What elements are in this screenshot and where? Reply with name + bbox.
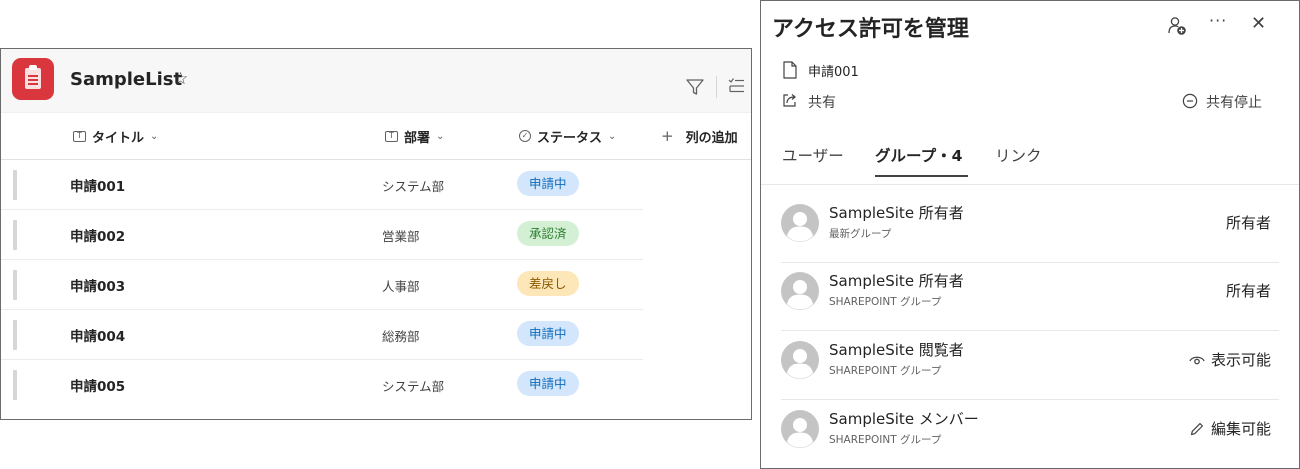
chevron-down-icon: ⌄: [608, 130, 617, 142]
manage-access-panel: アクセス許可を管理 ··· ✕ 申請001 共有 共有停止 ユーザー グループ・…: [760, 0, 1300, 469]
row-select-handle[interactable]: [13, 320, 17, 350]
column-department-label: 部署: [404, 130, 431, 146]
permission-dropdown[interactable]: 表示可能: [1189, 349, 1271, 370]
tab-users[interactable]: ユーザー: [782, 144, 844, 166]
list-header: SampleList ☆: [1, 49, 751, 113]
member-type: 最新グループ: [829, 228, 892, 240]
member-divider: [781, 399, 1279, 400]
column-header-department[interactable]: T 部署 ⌄: [385, 125, 444, 147]
row-select-handle[interactable]: [13, 370, 17, 400]
star-icon[interactable]: ☆: [173, 69, 188, 89]
list-row[interactable]: 申請002 営業部 承認済: [1, 210, 751, 260]
row-title[interactable]: 申請004: [70, 325, 125, 345]
permission-dropdown[interactable]: 所有者: [1226, 280, 1271, 301]
member-row[interactable]: SampleSite 閲覧者 SHAREPOINT グループ 表示可能: [761, 332, 1299, 400]
status-badge: 申請中: [517, 371, 579, 396]
plus-icon: +: [661, 127, 674, 145]
row-department: 総務部: [382, 329, 420, 344]
status-badge: 申請中: [517, 321, 579, 346]
member-name: SampleSite 所有者: [829, 204, 964, 222]
column-status-label: ステータス: [537, 130, 603, 146]
permission-label: 編集可能: [1210, 420, 1271, 438]
column-header-title[interactable]: T タイトル ⌄: [73, 125, 158, 147]
close-icon[interactable]: ✕: [1251, 13, 1266, 34]
stop-sharing-icon[interactable]: [1182, 93, 1198, 109]
member-type: SHAREPOINT グループ: [829, 434, 942, 446]
member-name: SampleSite 閲覧者: [829, 341, 964, 359]
add-column-label: 列の追加: [685, 130, 738, 146]
avatar: [781, 204, 819, 242]
status-badge: 申請中: [517, 171, 579, 196]
tab-groups[interactable]: グループ・4: [875, 144, 962, 166]
row-title[interactable]: 申請005: [70, 375, 125, 395]
avatar: [781, 341, 819, 379]
member-row[interactable]: SampleSite 所有者最新グループ 所有者: [761, 195, 1299, 263]
list-row[interactable]: 申請003 人事部 差戻し: [1, 260, 751, 310]
list-panel: SampleList ☆ T タイトル ⌄ T 部署 ⌄ ✓ ステータス ⌄ +…: [0, 48, 752, 420]
header-divider: [716, 76, 717, 98]
tab-links[interactable]: リンク: [995, 144, 1042, 166]
permission-label: 所有者: [1225, 214, 1271, 232]
row-department: 営業部: [382, 229, 420, 244]
text-column-icon: T: [73, 130, 86, 142]
list-row[interactable]: 申請005 システム部 申請中: [1, 360, 751, 410]
chevron-down-icon: ⌄: [150, 130, 159, 142]
member-row[interactable]: SampleSite メンバー SHAREPOINT グループ 編集可能: [761, 401, 1299, 468]
view-options-icon[interactable]: [727, 77, 745, 95]
member-type: SHAREPOINT グループ: [829, 365, 942, 377]
more-options-icon[interactable]: ···: [1209, 11, 1227, 30]
member-name: SampleSite 所有者: [829, 272, 964, 290]
row-department: 人事部: [382, 279, 420, 294]
list-row[interactable]: 申請004 総務部 申請中: [1, 310, 751, 360]
file-name: 申請001: [808, 65, 859, 80]
row-title[interactable]: 申請001: [70, 175, 125, 195]
row-title[interactable]: 申請003: [70, 275, 125, 295]
permission-dropdown[interactable]: 編集可能: [1189, 418, 1271, 439]
row-title[interactable]: 申請002: [70, 225, 125, 245]
status-badge: 差戻し: [517, 271, 579, 296]
column-title-label: タイトル: [92, 130, 145, 146]
row-department: システム部: [382, 179, 445, 194]
avatar: [781, 272, 819, 310]
permission-label: 所有者: [1225, 282, 1271, 300]
stop-sharing-button[interactable]: 共有停止: [1206, 92, 1262, 112]
status-badge: 承認済: [517, 221, 579, 246]
member-type: SHAREPOINT グループ: [829, 296, 942, 308]
text-column-icon: T: [385, 130, 398, 142]
row-select-handle[interactable]: [13, 170, 17, 200]
permission-dropdown[interactable]: 所有者: [1226, 212, 1271, 233]
column-header-status[interactable]: ✓ ステータス ⌄: [519, 125, 616, 147]
list-row[interactable]: 申請001 システム部 申請中: [1, 160, 751, 210]
share-button[interactable]: 共有: [808, 92, 836, 112]
row-department: システム部: [382, 379, 445, 394]
list-title: SampleList: [70, 69, 183, 90]
avatar: [781, 410, 819, 448]
panel-title: アクセス許可を管理: [772, 17, 969, 42]
row-select-handle[interactable]: [13, 270, 17, 300]
member-divider: [781, 330, 1279, 331]
member-row[interactable]: SampleSite 所有者 SHAREPOINT グループ 所有者: [761, 263, 1299, 331]
chevron-down-icon: ⌄: [436, 130, 445, 142]
add-person-icon[interactable]: [1166, 15, 1188, 37]
add-column-button[interactable]: + 列の追加: [661, 125, 738, 147]
row-select-handle[interactable]: [13, 220, 17, 250]
pencil-icon: [1190, 422, 1203, 435]
tabs-divider: [761, 184, 1299, 185]
choice-column-icon: ✓: [519, 130, 531, 142]
eye-icon: [1189, 356, 1205, 364]
active-tab-indicator: [875, 175, 968, 177]
list-app-icon: [12, 58, 54, 100]
member-name: SampleSite メンバー: [829, 410, 979, 428]
file-icon: [783, 61, 797, 79]
permission-label: 表示可能: [1210, 351, 1271, 369]
share-icon[interactable]: [782, 92, 798, 108]
filter-icon[interactable]: [685, 77, 705, 97]
